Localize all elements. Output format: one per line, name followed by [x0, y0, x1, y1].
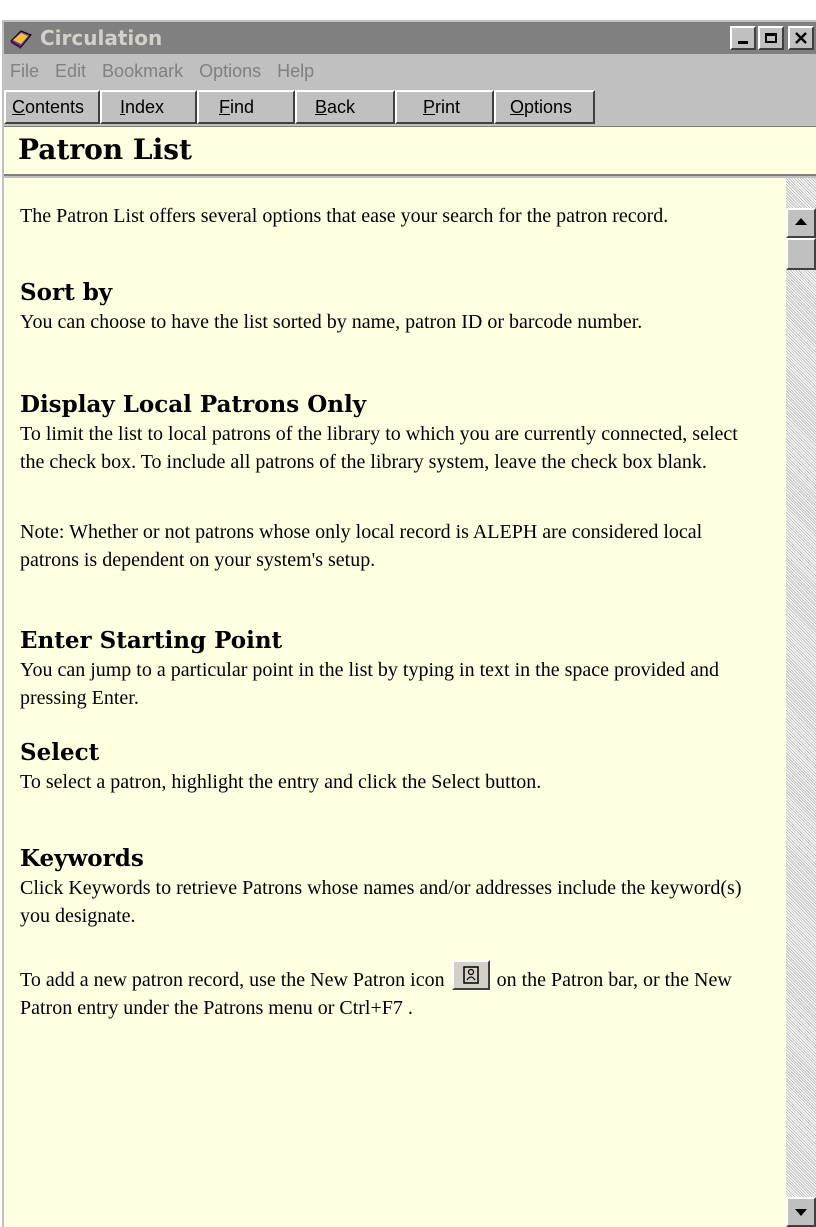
menu-help[interactable]: Help: [271, 61, 324, 82]
find-button[interactable]: Find: [197, 90, 295, 124]
options-label: ptions: [524, 96, 573, 117]
contents-label: ontents: [25, 96, 85, 117]
minimize-icon: [738, 41, 748, 44]
back-button[interactable]: Back: [295, 90, 395, 124]
menu-edit[interactable]: Edit: [49, 61, 96, 82]
section-heading: Display Local Patrons Only: [20, 391, 367, 418]
scroll-thumb[interactable]: [786, 238, 816, 270]
menu-file[interactable]: File: [4, 61, 49, 82]
vertical-scrollbar[interactable]: [786, 178, 816, 1227]
arrow-up-icon: [795, 218, 807, 225]
maximize-button[interactable]: [758, 26, 784, 50]
topic-header: Patron List: [4, 126, 816, 176]
section-body: You can jump to a particular point in th…: [20, 659, 719, 709]
index-button[interactable]: Index: [100, 90, 197, 124]
section-heading: Enter Starting Point: [20, 627, 283, 654]
note-paragraph: Note: Whether or not patrons whose only …: [20, 521, 703, 571]
new-patron-icon-glyph: [462, 966, 479, 984]
footer-text-before-icon: To add a new patron record, use the New …: [20, 969, 445, 991]
new-patron-icon: [451, 960, 490, 990]
contents-accel: C: [12, 96, 25, 117]
host-document-partial-line: [0, 0, 816, 16]
scroll-up-button[interactable]: [786, 208, 816, 238]
topic-content-area[interactable]: The Patron List offers several options t…: [4, 178, 816, 1227]
footer-paragraph: To add a new patron record, use the New …: [20, 960, 760, 1022]
section-body: To limit the list to local patrons of th…: [20, 423, 738, 473]
help-window: Circulation File Edit Bookmark Options H…: [0, 18, 816, 1227]
close-button[interactable]: [788, 26, 814, 50]
index-label: ndex: [125, 96, 165, 117]
section-heading: Sort by: [20, 279, 113, 306]
topic-title: Patron List: [18, 133, 192, 166]
section-body: You can choose to have the list sorted b…: [20, 311, 643, 333]
arrow-down-icon: [795, 1209, 807, 1216]
find-accel: F: [219, 96, 230, 117]
menu-options[interactable]: Options: [193, 61, 271, 82]
book-icon: [10, 30, 32, 49]
contents-button[interactable]: Contents: [4, 90, 100, 124]
options-accel: O: [510, 96, 525, 117]
close-icon: [795, 32, 807, 44]
print-accel: P: [423, 96, 436, 117]
find-label: ind: [230, 96, 255, 117]
minimize-button[interactable]: [730, 26, 756, 50]
help-toolbar: Contents Index Find Back Print Options: [4, 88, 816, 126]
section-heading: Keywords: [20, 845, 144, 872]
window-title: Circulation: [40, 26, 163, 50]
maximize-icon: [765, 33, 777, 43]
section-body: Click Keywords to retrieve Patrons whose…: [20, 877, 742, 927]
scroll-down-button[interactable]: [786, 1197, 816, 1227]
section-body: To select a patron, highlight the entry …: [20, 771, 542, 793]
print-label: rint: [435, 96, 461, 117]
back-label: ack: [327, 96, 356, 117]
section-heading: Select: [20, 739, 100, 766]
menu-bar: File Edit Bookmark Options Help: [4, 56, 816, 86]
intro-paragraph: The Patron List offers several options t…: [20, 205, 669, 227]
title-bar[interactable]: Circulation: [4, 22, 816, 54]
menu-bookmark[interactable]: Bookmark: [96, 61, 193, 82]
back-accel: B: [315, 96, 328, 117]
options-button[interactable]: Options: [494, 90, 595, 124]
print-button[interactable]: Print: [395, 90, 494, 124]
